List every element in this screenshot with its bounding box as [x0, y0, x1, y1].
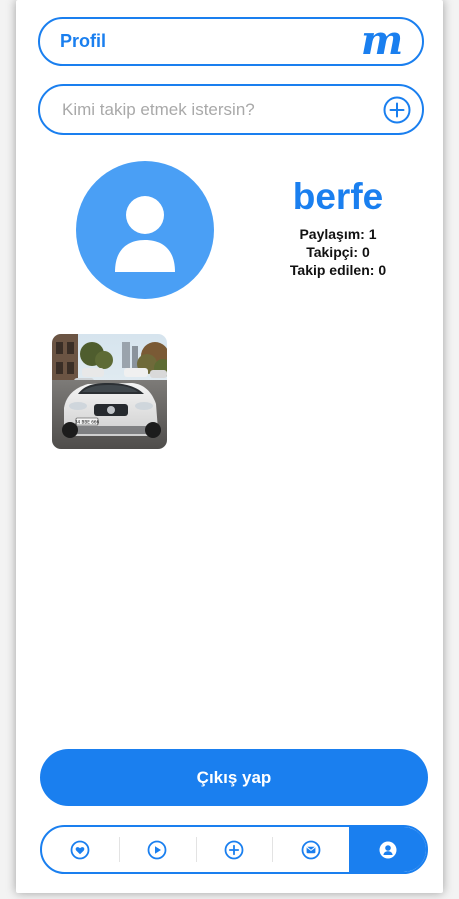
car-photo: 34 BBE 666 — [52, 334, 167, 449]
page-title: Profil — [60, 31, 107, 51]
license-plate: 34 BBE 666 — [75, 420, 100, 425]
posts-count: Paylaşım: 1 — [299, 226, 377, 242]
app-screen: Profil m berfe Paylaşım: 1 Takipçi: 0 Ta… — [16, 0, 443, 893]
profile-avatar — [76, 161, 214, 299]
username: berfe — [292, 176, 384, 217]
bottom-nav — [40, 825, 428, 874]
user-icon — [379, 841, 397, 858]
nav-videos[interactable] — [118, 827, 196, 872]
followers-count[interactable]: Takipçi: 0 — [278, 243, 398, 261]
search-bar — [38, 84, 424, 135]
header-bar: Profil m — [38, 17, 424, 66]
app-logo-text: m — [361, 25, 403, 59]
search-input[interactable] — [60, 98, 382, 121]
nav-messages[interactable] — [272, 827, 349, 872]
profile-info: berfe Paylaşım: 1 Takipçi: 0 Takip edile… — [278, 175, 398, 279]
logout-button[interactable]: Çıkış yap — [40, 749, 428, 806]
nav-profile[interactable] — [349, 827, 426, 872]
add-follow-icon[interactable] — [382, 95, 412, 125]
heart-icon — [70, 840, 90, 859]
post-thumbnail[interactable]: 34 BBE 666 — [52, 334, 167, 449]
app-logo: m — [361, 25, 403, 59]
nav-favorites[interactable] — [42, 827, 119, 872]
following-count[interactable]: Takip edilen: 0 — [278, 261, 398, 279]
mail-icon — [301, 840, 321, 859]
play-icon — [147, 840, 167, 859]
nav-create[interactable] — [195, 827, 273, 872]
plus-icon — [224, 840, 244, 859]
